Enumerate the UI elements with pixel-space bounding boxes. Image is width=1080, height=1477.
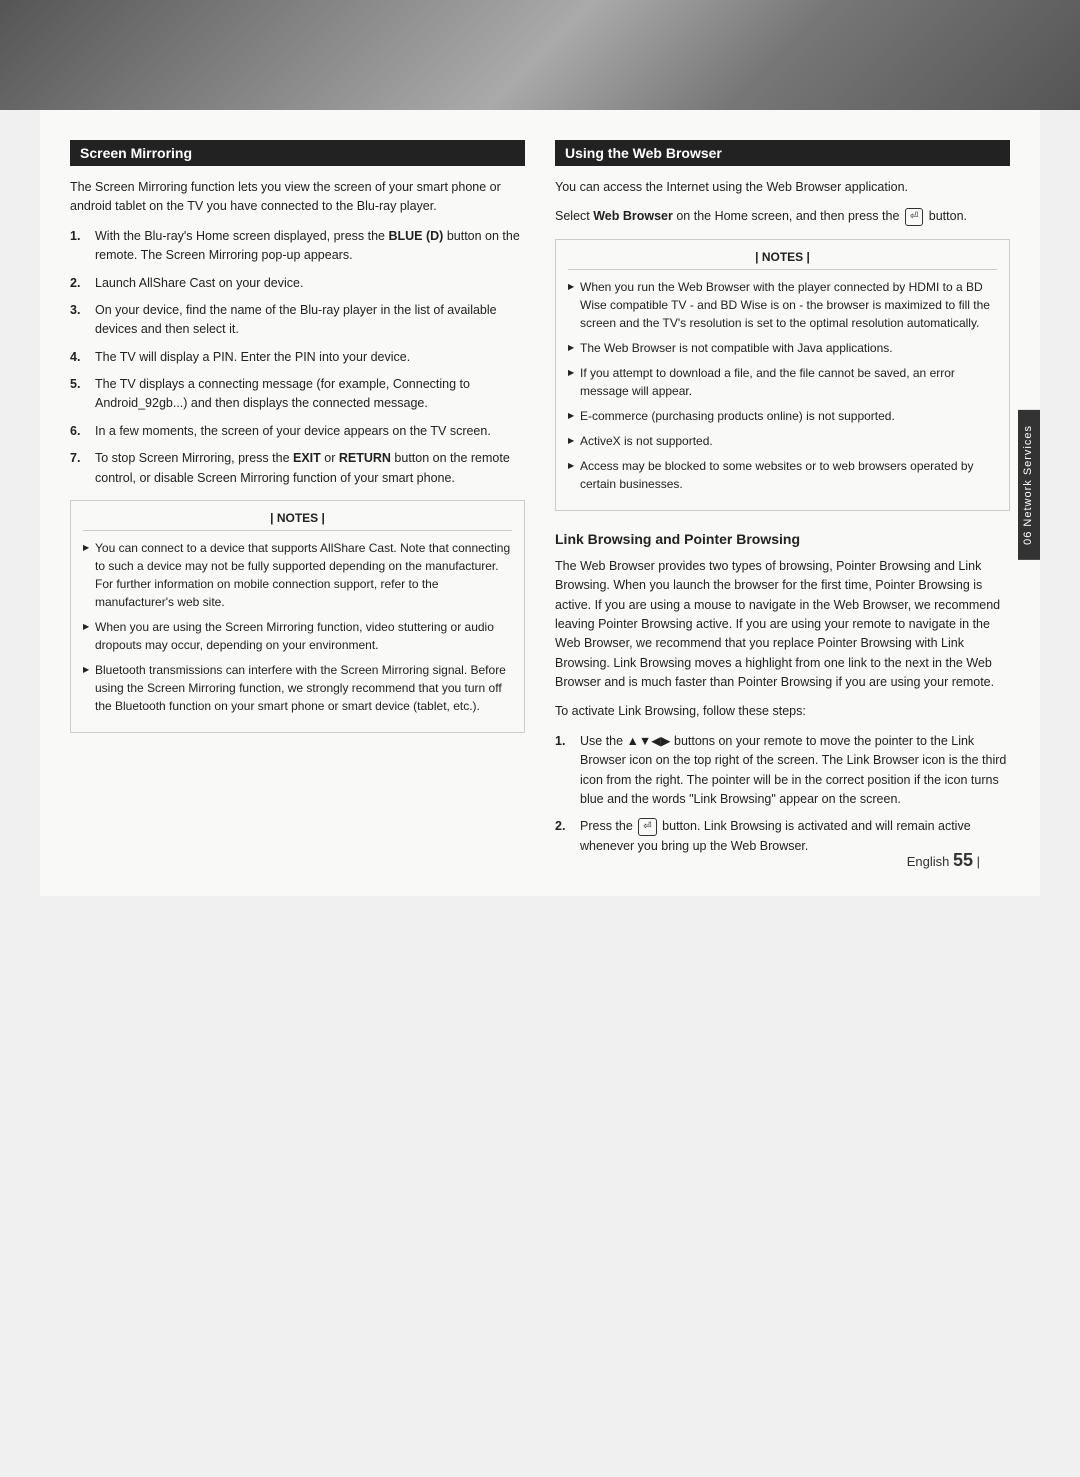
step-6: 6. In a few moments, the screen of your …: [70, 422, 525, 441]
footer-label: English: [907, 854, 950, 869]
wb-note-4: E-commerce (purchasing products online) …: [568, 407, 997, 425]
link-browsing-steps: 1. Use the ▲▼◀▶ buttons on your remote t…: [555, 732, 1010, 856]
screen-mirroring-header: Screen Mirroring: [70, 140, 525, 166]
web-browser-select: Select Web Browser on the Home screen, a…: [555, 207, 1010, 226]
enter-icon-2: ⏎: [638, 818, 656, 836]
step-2: 2. Launch AllShare Cast on your device.: [70, 274, 525, 293]
sm-note-1: You can connect to a device that support…: [83, 539, 512, 611]
step-1: 1. With the Blu-ray's Home screen displa…: [70, 227, 525, 266]
chapter-tab: 06 Network Services: [1018, 410, 1040, 560]
link-browsing-header: Link Browsing and Pointer Browsing: [555, 531, 1010, 547]
wb-note-6: Access may be blocked to some websites o…: [568, 457, 997, 493]
screen-mirroring-intro: The Screen Mirroring function lets you v…: [70, 178, 525, 217]
screen-mirroring-steps: 1. With the Blu-ray's Home screen displa…: [70, 227, 525, 488]
web-browser-intro: You can access the Internet using the We…: [555, 178, 1010, 197]
page-number: 55: [953, 850, 973, 870]
wb-note-3: If you attempt to download a file, and t…: [568, 364, 997, 400]
sm-note-2: When you are using the Screen Mirroring …: [83, 618, 512, 654]
step-4: 4. The TV will display a PIN. Enter the …: [70, 348, 525, 367]
web-browser-notes-list: When you run the Web Browser with the pl…: [568, 278, 997, 493]
enter-icon: ⏎: [905, 208, 923, 226]
wb-note-1: When you run the Web Browser with the pl…: [568, 278, 997, 332]
web-browser-header: Using the Web Browser: [555, 140, 1010, 166]
step-7: 7. To stop Screen Mirroring, press the E…: [70, 449, 525, 488]
screen-mirroring-title: Screen Mirroring: [80, 145, 192, 161]
sm-note-3: Bluetooth transmissions can interfere wi…: [83, 661, 512, 715]
web-browser-bold: Web Browser: [593, 209, 673, 223]
step7-return: RETURN: [339, 451, 391, 465]
step-3: 3. On your device, find the name of the …: [70, 301, 525, 340]
screen-mirroring-notes-title: | NOTES |: [83, 511, 512, 531]
left-column: Screen Mirroring The Screen Mirroring fu…: [70, 140, 525, 866]
web-browser-notes-title: | NOTES |: [568, 250, 997, 270]
right-column: Using the Web Browser You can access the…: [555, 140, 1010, 866]
wb-note-2: The Web Browser is not compatible with J…: [568, 339, 997, 357]
link-step-1: 1. Use the ▲▼◀▶ buttons on your remote t…: [555, 732, 1010, 810]
top-banner: [0, 0, 1080, 110]
page-content: Screen Mirroring The Screen Mirroring fu…: [40, 110, 1040, 896]
web-browser-title: Using the Web Browser: [565, 145, 722, 161]
web-browser-notes-box: | NOTES | When you run the Web Browser w…: [555, 239, 1010, 511]
two-column-layout: Screen Mirroring The Screen Mirroring fu…: [70, 140, 1010, 866]
wb-note-5: ActiveX is not supported.: [568, 432, 997, 450]
step7-exit: EXIT: [293, 451, 321, 465]
footer: English 55 |: [40, 850, 1040, 871]
link-browsing-text: The Web Browser provides two types of br…: [555, 557, 1010, 693]
step1-bold: BLUE (D): [388, 229, 443, 243]
activate-text: To activate Link Browsing, follow these …: [555, 702, 1010, 721]
step-5: 5. The TV displays a connecting message …: [70, 375, 525, 414]
screen-mirroring-notes-list: You can connect to a device that support…: [83, 539, 512, 715]
screen-mirroring-notes-box: | NOTES | You can connect to a device th…: [70, 500, 525, 733]
